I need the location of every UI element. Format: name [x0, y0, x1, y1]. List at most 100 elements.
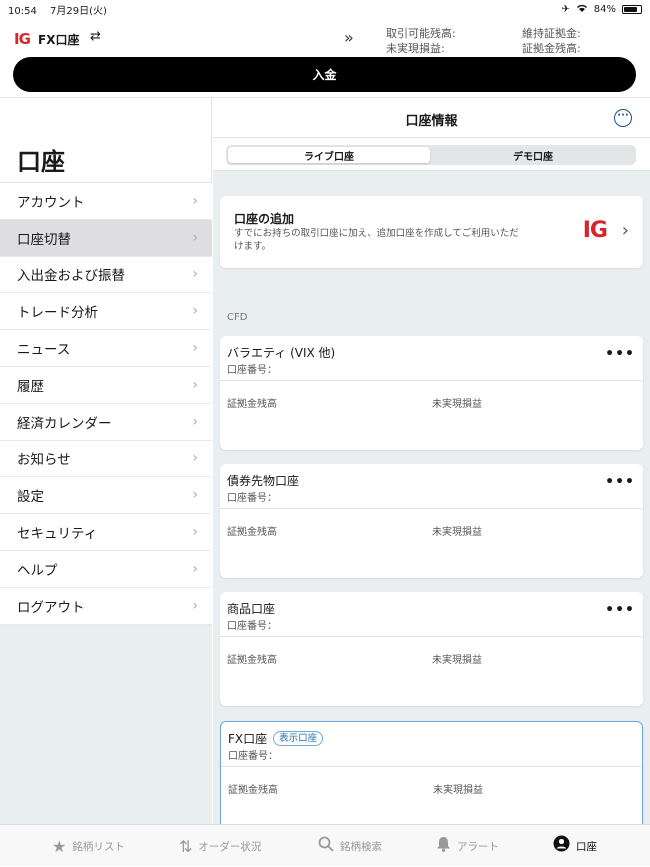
sidebar-item-label: ヘルプ: [17, 562, 58, 579]
more-options-icon[interactable]: •••: [605, 474, 635, 490]
ig-logo: IG: [582, 218, 608, 243]
status-bar: 10:54 7月29日(火) ✈ 84%: [0, 0, 650, 18]
sidebar-item-help[interactable]: ヘルプ ›: [0, 550, 212, 588]
account-card-selected[interactable]: FX口座 表示口座 口座番号： 証拠金残高 未実現損益: [220, 721, 643, 831]
tab-live-account[interactable]: ライブ口座: [228, 147, 430, 163]
status-time: 10:54: [8, 5, 37, 17]
bottom-tab-bar: ★ 銘柄リスト ⇅ オーダー状況 銘柄検索 アラート 口座: [0, 824, 650, 866]
sidebar-item-security[interactable]: セキュリティ ›: [0, 514, 212, 551]
sidebar-title: 口座: [17, 148, 65, 176]
chevron-right-icon: ›: [192, 303, 198, 320]
star-icon: ★: [52, 836, 67, 856]
account-type-toggle-wrap: ライブ口座 デモ口座: [213, 138, 650, 171]
card-divider: [220, 508, 643, 509]
sidebar-item-label: アカウント: [17, 194, 85, 211]
account-name-row: FX口座 表示口座: [228, 730, 324, 747]
account-name: バラエティ (VIX 他): [227, 346, 336, 360]
unrealized-pnl-label: 未実現損益: [433, 785, 483, 796]
sidebar-item-label: ログアウト: [17, 599, 85, 616]
account-card[interactable]: バラエティ (VIX 他) 口座番号： ••• 証拠金残高 未実現損益: [220, 336, 643, 450]
add-account-title: 口座の追加: [234, 212, 295, 226]
sidebar-item-economic-calendar[interactable]: 経済カレンダー ›: [0, 403, 212, 441]
account-name: 商品口座: [227, 602, 276, 616]
tab-label: 口座: [576, 840, 597, 853]
account-number-label: 口座番号：: [227, 493, 277, 504]
sidebar-item-account[interactable]: アカウント ›: [0, 183, 212, 220]
ig-logo: IG: [14, 30, 31, 48]
unrealized-pnl-label: 未実現損益: [432, 399, 482, 410]
more-options-icon[interactable]: •••: [605, 346, 635, 362]
battery-icon: [622, 4, 642, 14]
bell-icon: [436, 836, 451, 856]
account-name: 債券先物口座: [227, 474, 300, 488]
sidebar-item-label: ニュース: [17, 342, 71, 359]
sidebar-item-label: 入出金および振替: [17, 268, 125, 285]
sidebar-item-label: トレード分析: [17, 305, 98, 322]
app-header: IG FX口座 ⇄ » 取引可能残高: 未実現損益: 維持証拠金: 証拠金残高:: [0, 24, 650, 55]
account-name-row: 債券先物口座: [227, 472, 299, 489]
card-divider: [220, 636, 643, 637]
sidebar-item-notices[interactable]: お知らせ ›: [0, 440, 212, 478]
more-options-icon[interactable]: ···: [614, 109, 632, 127]
account-icon: [553, 835, 570, 857]
sidebar-item-label: 経済カレンダー: [17, 415, 112, 432]
card-divider: [221, 766, 642, 767]
chevron-right-icon: ›: [192, 376, 198, 393]
sidebar-item-deposit-withdraw[interactable]: 入出金および振替 ›: [0, 256, 212, 294]
battery-percent: 84%: [593, 3, 616, 15]
airplane-icon: ✈: [561, 3, 570, 15]
chevron-right-icon: ›: [621, 220, 629, 241]
unrealized-pnl-label: 未実現損益: [432, 527, 482, 538]
sidebar-menu: アカウント › 口座切替 › 入出金および振替 › トレード分析 › ニュース › 履歴 ›…: [0, 182, 212, 625]
maintenance-margin-label: 維持証拠金:: [522, 27, 581, 40]
tab-label: オーダー状況: [198, 840, 262, 853]
unrealized-pnl-label: 未実現損益: [432, 655, 482, 666]
main-header: 口座情報 ···: [213, 98, 650, 138]
status-left: 10:54 7月29日(火): [8, 2, 117, 17]
sidebar-item-settings[interactable]: 設定 ›: [0, 477, 212, 515]
sidebar-item-label: 口座切替: [17, 231, 71, 248]
available-balance-label: 取引可能残高:: [386, 27, 456, 40]
sidebar-item-history[interactable]: 履歴 ›: [0, 366, 212, 404]
search-icon: [318, 836, 334, 856]
sidebar-item-news[interactable]: ニュース ›: [0, 330, 212, 367]
sidebar-item-trade-analysis[interactable]: トレード分析 ›: [0, 293, 212, 331]
account-number-label: 口座番号：: [227, 621, 277, 632]
sidebar-item-label: セキュリティ: [17, 526, 98, 543]
current-account-name[interactable]: FX口座: [38, 31, 79, 48]
sidebar-item-label: 設定: [17, 489, 44, 506]
tab-alerts[interactable]: アラート: [436, 825, 499, 867]
tab-watchlist[interactable]: ★ 銘柄リスト: [52, 825, 125, 867]
tab-label: アラート: [457, 840, 499, 853]
deposit-button[interactable]: 入金: [13, 57, 636, 92]
status-right: ✈ 84%: [561, 3, 642, 16]
page-title: 口座情報: [405, 114, 458, 129]
expand-stats-icon[interactable]: »: [344, 28, 354, 47]
account-name-row: 商品口座: [227, 600, 275, 617]
up-down-arrows-icon: ⇅: [179, 836, 193, 856]
chevron-right-icon: ›: [192, 450, 198, 467]
sidebar-empty-area: [0, 625, 212, 824]
chevron-right-icon: ›: [192, 524, 198, 541]
account-card[interactable]: 商品口座 口座番号： ••• 証拠金残高 未実現損益: [220, 592, 643, 706]
chevron-right-icon: ›: [192, 597, 198, 614]
add-account-card[interactable]: 口座の追加 すでにお持ちの取引口座に加え、追加口座を作成してご利用いただけます。…: [220, 196, 643, 268]
main-panel: 口座情報 ··· ライブ口座 デモ口座 口座の追加 すでにお持ちの取引口座に加え…: [213, 98, 650, 831]
tab-label: 銘柄リスト: [72, 840, 125, 853]
sidebar-item-logout[interactable]: ログアウト ›: [0, 587, 212, 625]
sidebar-item-switch-account[interactable]: 口座切替 ›: [0, 219, 212, 257]
chevron-right-icon: ›: [192, 266, 198, 283]
display-account-badge: 表示口座: [273, 731, 324, 746]
switch-account-icon[interactable]: ⇄: [90, 29, 101, 44]
chevron-right-icon: ›: [192, 413, 198, 430]
chevron-right-icon: ›: [192, 192, 198, 209]
account-card[interactable]: 債券先物口座 口座番号： ••• 証拠金残高 未実現損益: [220, 464, 643, 578]
tab-label: 銘柄検索: [340, 840, 382, 853]
sidebar-item-label: お知らせ: [17, 452, 71, 469]
tab-account[interactable]: 口座: [553, 825, 597, 867]
more-options-icon[interactable]: •••: [605, 602, 635, 618]
account-number-label: 口座番号：: [228, 751, 278, 762]
tab-demo-account[interactable]: デモ口座: [432, 147, 634, 163]
tab-orders[interactable]: ⇅ オーダー状況: [179, 825, 261, 867]
tab-search[interactable]: 銘柄検索: [318, 825, 382, 867]
